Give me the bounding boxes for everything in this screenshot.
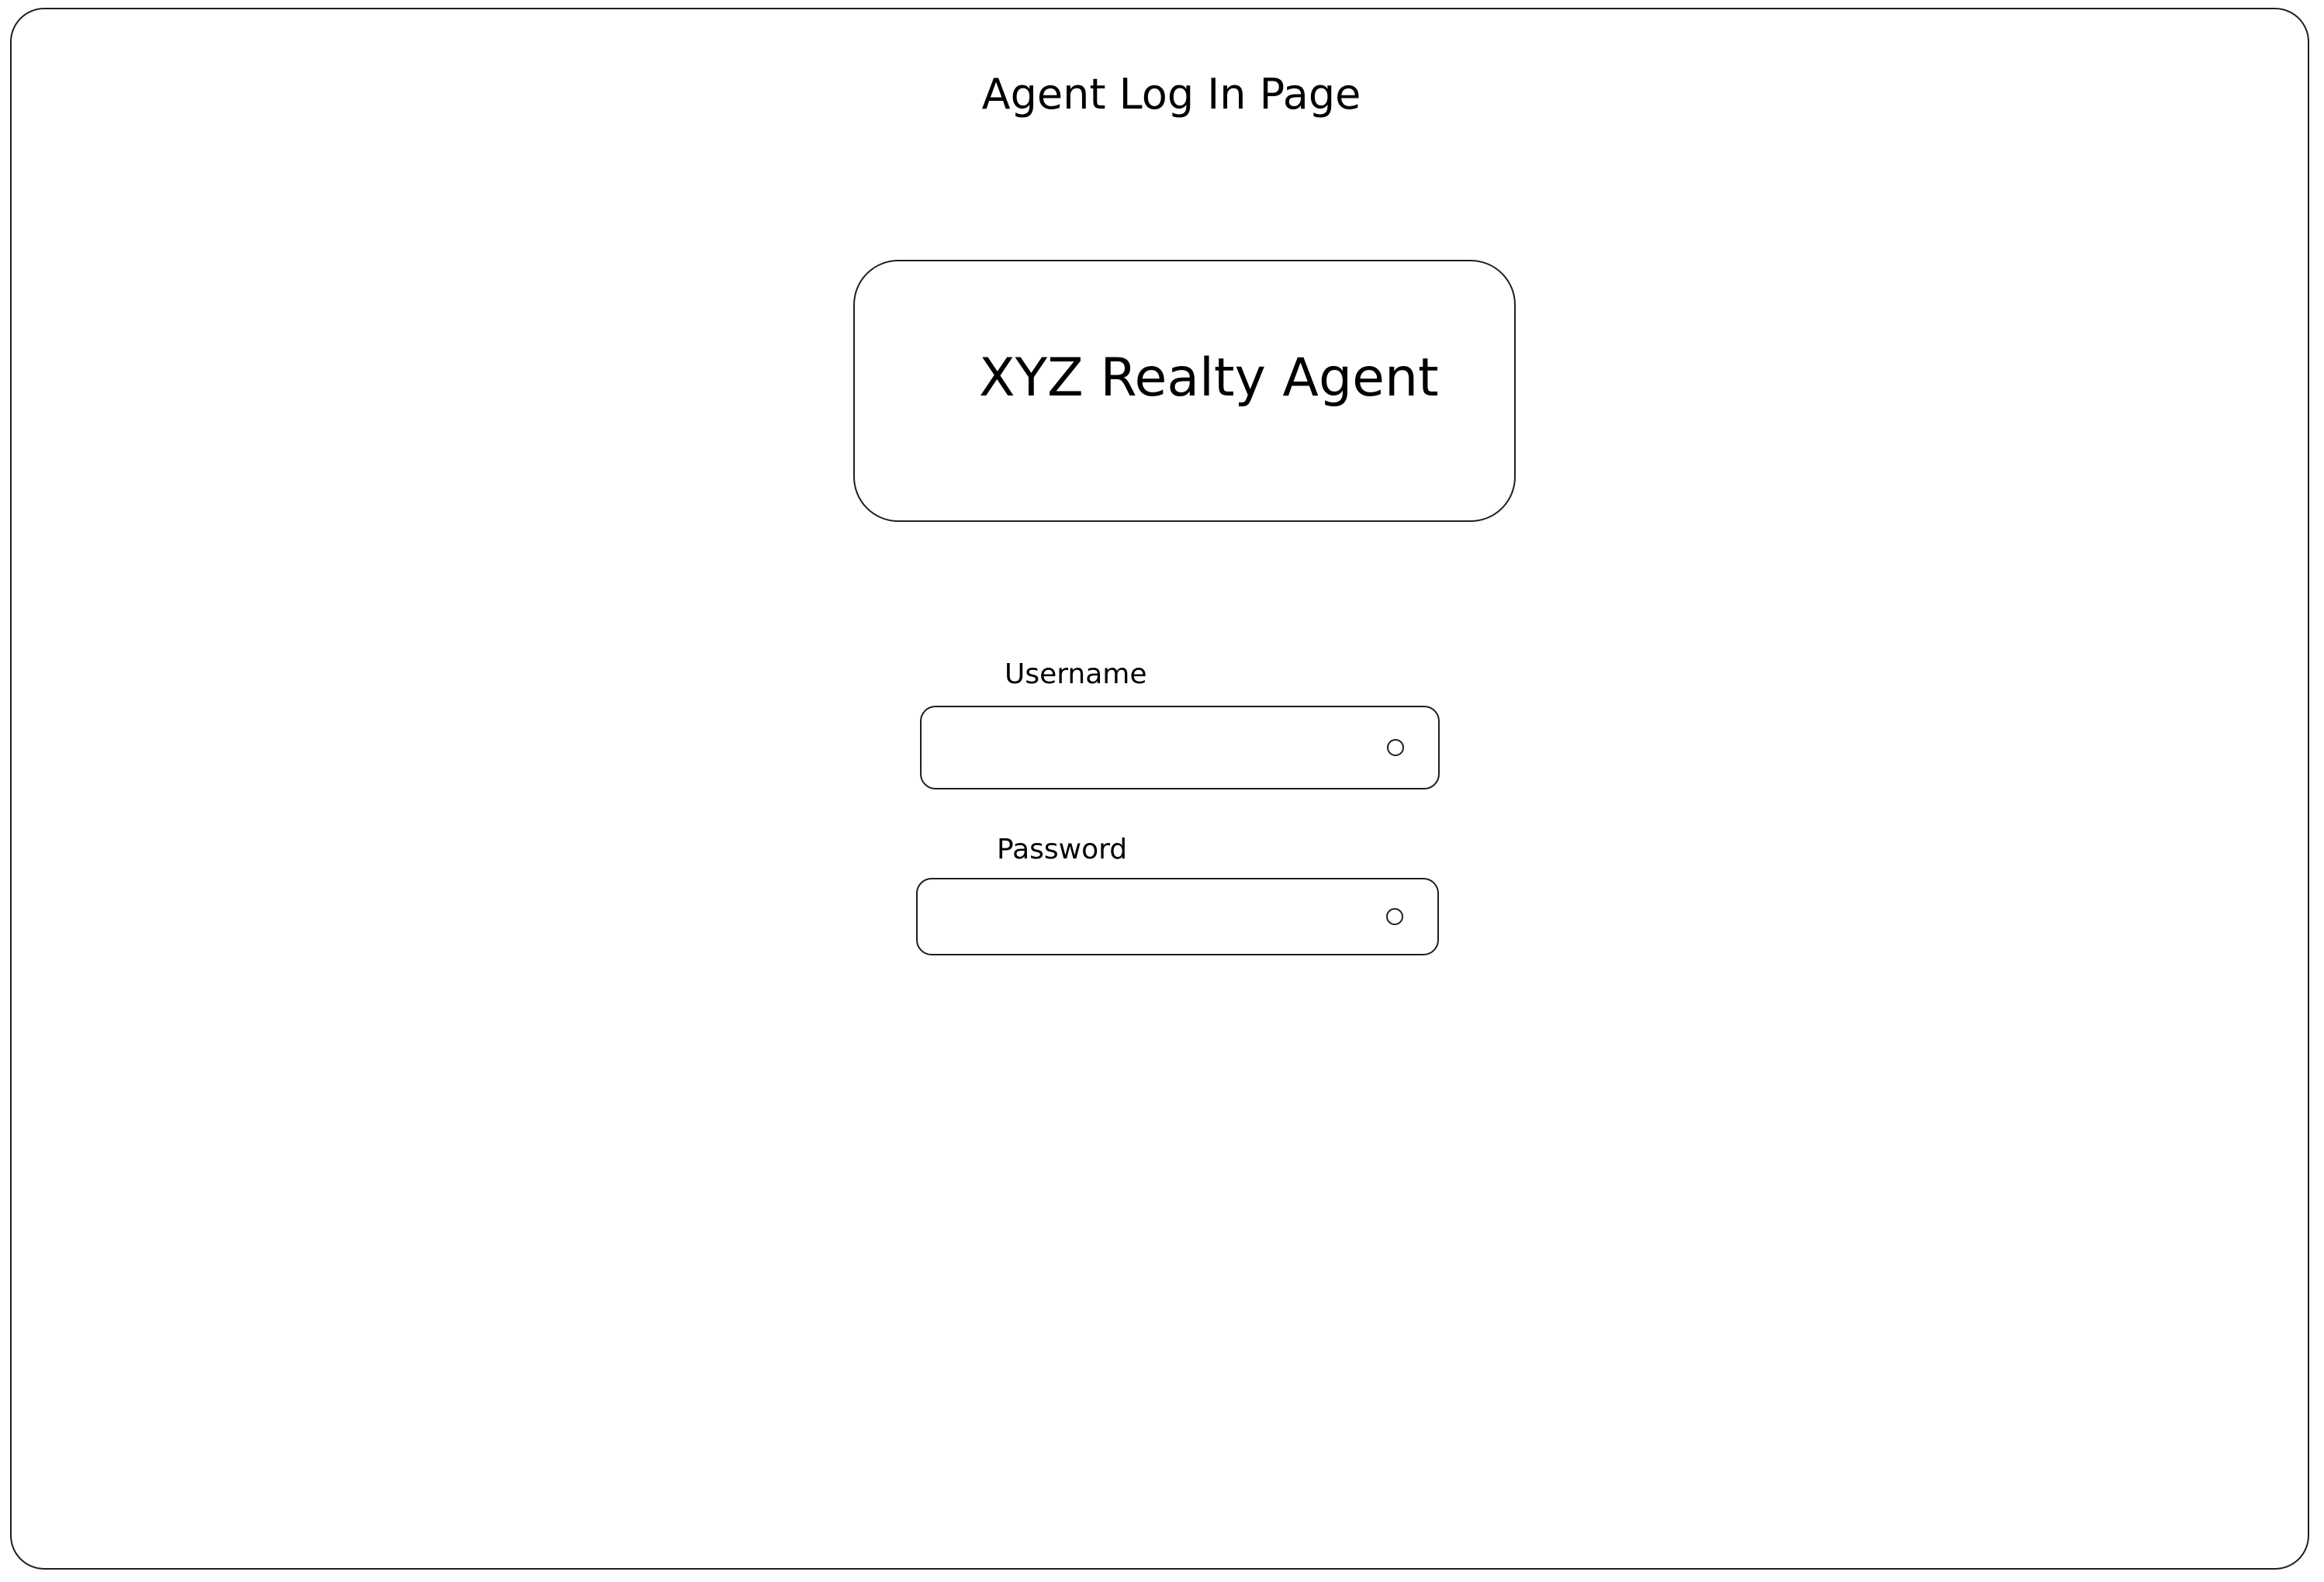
username-input[interactable] xyxy=(922,707,1387,788)
page-title: Agent Log In Page xyxy=(981,70,1361,119)
radio-circle-icon xyxy=(1387,739,1404,756)
radio-circle-icon xyxy=(1386,908,1403,925)
username-label: Username xyxy=(1005,658,1147,690)
password-field[interactable] xyxy=(916,878,1439,955)
password-label: Password xyxy=(997,834,1128,865)
password-input[interactable] xyxy=(918,879,1386,954)
logo-text: XYZ Realty Agent xyxy=(979,347,1439,409)
username-field[interactable] xyxy=(920,706,1440,789)
